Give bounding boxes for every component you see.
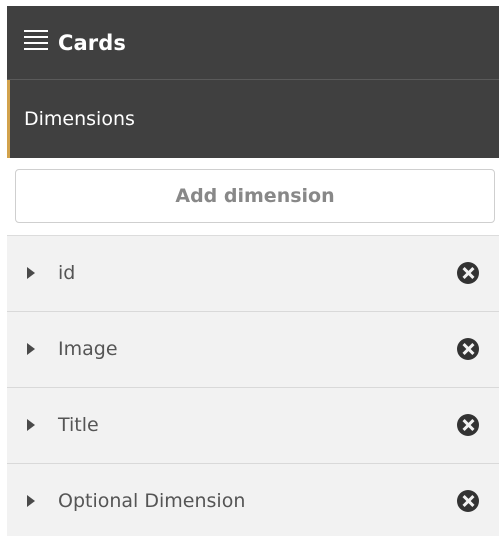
panel-header: Cards <box>7 6 499 80</box>
dimension-label: Title <box>58 414 99 436</box>
dimensions-content: Add dimension id Image Title Optional Di… <box>7 158 499 536</box>
caret-right-icon[interactable] <box>27 419 35 431</box>
section-title: Dimensions <box>24 108 135 130</box>
caret-right-icon[interactable] <box>27 343 35 355</box>
dimension-row-id[interactable]: id <box>7 236 499 312</box>
panel-title: Cards <box>58 31 126 55</box>
dimension-row-optional[interactable]: Optional Dimension <box>7 464 499 536</box>
remove-circle-icon[interactable] <box>457 490 479 512</box>
dimension-label: Image <box>58 338 118 360</box>
dimension-label: Optional Dimension <box>58 490 246 512</box>
dimensions-section-header[interactable]: Dimensions <box>7 80 499 158</box>
dimension-label: id <box>58 262 76 284</box>
properties-panel: Cards Dimensions Add dimension id Image … <box>0 0 499 536</box>
add-dimension-wrapper: Add dimension <box>7 158 499 236</box>
caret-right-icon[interactable] <box>27 267 35 279</box>
hamburger-icon[interactable] <box>24 30 48 52</box>
remove-circle-icon[interactable] <box>457 338 479 360</box>
remove-circle-icon[interactable] <box>457 414 479 436</box>
remove-circle-icon[interactable] <box>457 262 479 284</box>
caret-right-icon[interactable] <box>27 495 35 507</box>
dimension-row-image[interactable]: Image <box>7 312 499 388</box>
dimension-row-title[interactable]: Title <box>7 388 499 464</box>
add-dimension-button[interactable]: Add dimension <box>15 169 495 223</box>
dimension-list: id Image Title Optional Dimension <box>7 236 499 536</box>
